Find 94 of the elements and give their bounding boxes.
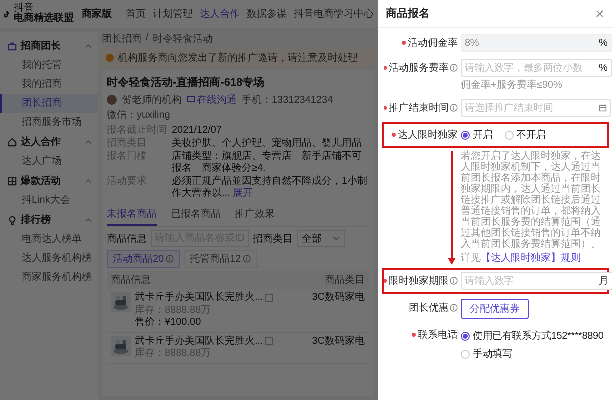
field-label: 联系电话: [418, 328, 458, 342]
sidebar-section[interactable]: 招商团长: [21, 39, 81, 53]
sidebar-item[interactable]: 达人服务机构榜: [0, 249, 98, 268]
unit-suffix: 月: [599, 275, 609, 288]
coupon-button[interactable]: 分配优惠券: [461, 299, 529, 319]
sidebar-item[interactable]: 商家服务机构榜: [0, 268, 98, 287]
tab[interactable]: 未报名商品: [107, 205, 157, 226]
drawer-title: 商品报名: [386, 6, 430, 21]
warning-icon: [106, 54, 114, 62]
field-label: 活动佣金率: [408, 36, 458, 50]
tab[interactable]: 推广效果: [235, 205, 275, 226]
sidebar-section[interactable]: 排行榜: [21, 213, 81, 227]
detail-value: 店铺类型：旗舰店、专营店 新手店铺不可报名 商家体验分≥4.: [172, 151, 363, 175]
sidebar-item[interactable]: 电商达人榜单: [0, 230, 98, 249]
briefcase-icon: [8, 42, 17, 50]
wechat-text: 微信：yuxiling: [107, 109, 170, 122]
option-label[interactable]: 不开启: [516, 128, 546, 142]
breadcrumb-link[interactable]: 时令轻食活动: [152, 32, 213, 46]
help-icon[interactable]: [450, 304, 458, 312]
calendar-icon[interactable]: [599, 104, 607, 112]
activity-title: 时令轻食活动-直播招商-618专场: [107, 76, 266, 90]
close-icon[interactable]: [596, 10, 604, 18]
sidebar-item[interactable]: 抖Link大会: [0, 191, 98, 210]
nav-tab[interactable]: 数据参谋: [247, 7, 287, 21]
sidebar-item[interactable]: 我的托管: [0, 56, 98, 75]
copy-icon[interactable]: [265, 294, 274, 302]
nav-tab[interactable]: 达人合作: [200, 7, 240, 21]
chevron-icon[interactable]: [85, 42, 92, 50]
price-text: 售价：¥100.00: [135, 317, 202, 328]
help-icon[interactable]: [450, 64, 458, 72]
column-header: 商品信息: [111, 274, 151, 287]
column-header: 商品类目: [325, 274, 365, 287]
filter-label: 招商类目: [253, 232, 293, 246]
phone-text: 手机：13312341234: [242, 94, 334, 107]
field-label: 限时独家期限: [389, 274, 449, 288]
nav-tab[interactable]: 计划管理: [153, 7, 193, 21]
avatar-icon: [107, 95, 117, 105]
edition-label: 商家版: [82, 7, 112, 21]
sidebar-item[interactable]: 达人广场: [0, 152, 98, 171]
link-prefix: 详见: [461, 253, 481, 264]
breadcrumb-link[interactable]: 团长招商: [102, 32, 142, 46]
detail-value: 美妆护肤、个人护理、宠物用品、婴儿用品: [172, 138, 363, 150]
help-icon[interactable]: [450, 104, 458, 112]
rules-link[interactable]: 【达人限时独家】规则: [481, 253, 581, 264]
sidebar-item[interactable]: 招商服务市场: [0, 113, 98, 132]
chevron-icon[interactable]: [85, 178, 92, 184]
chevron-icon[interactable]: [333, 235, 340, 242]
field-label: 推广结束时间: [389, 102, 449, 115]
filter-label: 商品信息: [107, 232, 147, 246]
organizer-name: 贺老师的机构: [122, 94, 182, 107]
logo-caption: 抖音: [14, 4, 34, 14]
hint-text: 佣金率+服务费率≤90%: [461, 78, 564, 92]
sidebar-section[interactable]: 爆款活动: [21, 174, 81, 188]
table-cell-text: 3C数码家电: [312, 336, 365, 348]
help-icon[interactable]: [243, 255, 252, 263]
category-select[interactable]: 全部: [297, 230, 345, 247]
help-icon[interactable]: [166, 255, 174, 263]
table-cell-text: 3C数码家电: [312, 292, 365, 305]
nav-tab[interactable]: 抖音电商学习中心: [294, 7, 374, 21]
sub-tab[interactable]: 活动商品20: [107, 250, 180, 268]
sidebar-item[interactable]: 团长招商: [0, 94, 98, 113]
bulb-icon: [8, 216, 17, 224]
radio-button[interactable]: [461, 130, 470, 140]
detail-value: 2021/12/07: [172, 125, 224, 137]
nav-tab[interactable]: 首页: [126, 7, 146, 21]
option-label[interactable]: 开启: [473, 128, 493, 142]
field-label: 活动服务费率: [389, 62, 449, 75]
logo-text[interactable]: 电商精选联盟: [14, 14, 74, 24]
chevron-icon[interactable]: [85, 216, 92, 224]
home-icon: [8, 138, 17, 146]
product-name[interactable]: 武卡丘手办美国队长完胜火...: [135, 336, 264, 347]
option-label[interactable]: 手动填写: [473, 347, 512, 361]
option-label[interactable]: 使用已有联系方式152****8890: [473, 329, 604, 343]
product-name[interactable]: 武卡丘手办美国队长完胜火...: [135, 292, 264, 304]
copy-icon[interactable]: [265, 337, 274, 346]
chat-link[interactable]: 在线沟通: [187, 93, 237, 107]
note-text: 若您开启了达人限时独家，在达人限时独家机制下，达人通过当前团长报名添加本商品，在限时独家期限内，达人通过当前团长链接推广或解除团长链接后通过普通链接销售的订单，都将纳入当前团长服务费的结算范围（通过其他团长链接销售的订单不纳入当前团长服务费结算范围）。: [461, 151, 602, 250]
help-icon[interactable]: [450, 277, 458, 285]
grid-icon: [8, 176, 17, 186]
notice-text: 机构服务商向您发出了新的推广邀请，请注意及时处理: [118, 52, 358, 65]
field-label: 达人限时独家: [398, 128, 458, 142]
sidebar-section[interactable]: 达人合作: [21, 135, 81, 149]
expand-link[interactable]: 展开: [233, 188, 254, 199]
unit-suffix: %: [599, 62, 608, 74]
tab[interactable]: 已报名商品: [171, 205, 221, 226]
sidebar-item[interactable]: 我的招商: [0, 75, 98, 94]
field-label: 团长优惠: [409, 302, 449, 315]
chevron-icon[interactable]: [85, 138, 92, 146]
radio-button[interactable]: [461, 332, 470, 340]
detail-value: 必须正规产品並因支持自然不降成分，1小制作大营养以... 展开: [172, 176, 369, 200]
breadcrumb-separator: /: [146, 32, 149, 45]
sub-tab[interactable]: 托管商品12: [184, 250, 258, 268]
unit-suffix: %: [599, 38, 608, 48]
chat-icon[interactable]: [187, 96, 195, 104]
